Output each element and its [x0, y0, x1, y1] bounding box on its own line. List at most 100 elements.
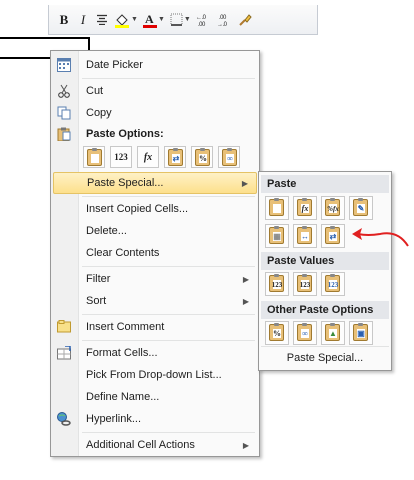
context-menu: Date Picker Cut Copy Paste Options: 123 … — [50, 50, 260, 457]
values-number-formatting-button[interactable]: 123 — [293, 272, 317, 296]
font-color-button[interactable]: A ▼ — [142, 10, 165, 30]
selected-cell-edge — [0, 37, 8, 59]
paste-option-paste[interactable] — [83, 146, 105, 168]
paste-option-link[interactable]: ∞ — [218, 146, 240, 168]
values-number-format-icon: 123 — [297, 274, 312, 292]
paste-icon — [269, 198, 284, 216]
fill-color-button[interactable]: ▼ — [114, 10, 138, 30]
paste-option-formatting[interactable]: % — [191, 146, 213, 168]
submenu-arrow-icon: ▶ — [242, 274, 249, 284]
formulas-number-format-icon: %fx — [325, 198, 340, 216]
menu-item-cut[interactable]: Cut — [53, 80, 257, 102]
submenu-arrow-icon: ▶ — [242, 440, 249, 450]
menu-item-label: Format Cells... — [86, 347, 158, 359]
submenu-header-other: Other Paste Options — [261, 301, 389, 319]
values-icon: 123 — [269, 274, 284, 292]
transpose-button[interactable]: ⇄ — [321, 224, 345, 248]
paste-link-button[interactable]: ∞ — [293, 321, 317, 345]
paste-linked-picture-button[interactable]: ▣ — [349, 321, 373, 345]
borders-button[interactable]: ▼ — [170, 10, 191, 30]
clipboard-icon — [56, 126, 72, 142]
menu-separator — [82, 340, 255, 341]
menu-item-label: Paste Special... — [87, 177, 164, 189]
menu-item-format-cells[interactable]: Format Cells... — [53, 342, 257, 364]
svg-text:.00: .00 — [198, 22, 206, 27]
values-source-formatting-button[interactable]: 123 — [321, 272, 345, 296]
paste-picture-button[interactable]: ▲ — [321, 321, 345, 345]
paste-option-values[interactable]: 123 — [110, 146, 132, 168]
paste-formulas-button[interactable]: fx — [293, 196, 317, 220]
svg-text:←.0: ←.0 — [196, 15, 207, 21]
keep-column-widths-button[interactable]: ↔ — [293, 224, 317, 248]
paste-formatting-button[interactable]: % — [265, 321, 289, 345]
annotation-arrow-icon — [352, 228, 409, 247]
format-painter-button[interactable] — [238, 10, 252, 30]
picture-icon: ▲ — [325, 323, 340, 341]
menu-item-label: Copy — [86, 107, 112, 119]
svg-text:A: A — [145, 12, 154, 26]
no-borders-icon: ▦ — [269, 226, 284, 244]
menu-separator — [82, 78, 255, 79]
menu-item-label: Date Picker — [86, 59, 143, 71]
menu-item-sort[interactable]: Sort ▶ — [53, 290, 257, 312]
menu-item-clear-contents[interactable]: Clear Contents — [53, 242, 257, 264]
chevron-down-icon[interactable]: ▼ — [131, 16, 138, 23]
menu-item-label: Sort — [86, 295, 107, 307]
paste-button[interactable] — [265, 196, 289, 220]
no-borders-button[interactable]: ▦ — [265, 224, 289, 248]
menu-item-label: Paste Options: — [86, 128, 164, 140]
menu-item-insert-comment[interactable]: Insert Comment — [53, 316, 257, 338]
submenu-header-paste-values: Paste Values — [261, 252, 389, 270]
italic-button[interactable]: I — [76, 10, 90, 30]
keep-source-formatting-button[interactable]: ✎ — [349, 196, 373, 220]
menu-separator — [82, 196, 255, 197]
menu-item-label: Insert Copied Cells... — [86, 203, 189, 215]
link-icon: ∞ — [297, 323, 312, 341]
comment-icon — [56, 319, 72, 335]
svg-text:.00: .00 — [219, 15, 227, 21]
paste-options-row: 123 fx ⇄ % ∞ — [83, 146, 240, 168]
menu-item-insert-copied-cells[interactable]: Insert Copied Cells... — [53, 198, 257, 220]
copy-icon — [56, 105, 72, 121]
paste-special-dialog-item[interactable]: Paste Special... — [261, 346, 389, 368]
menu-item-hyperlink[interactable]: Hyperlink... — [53, 408, 257, 430]
menu-item-paste-special[interactable]: Paste Special... ▶ — [53, 172, 257, 194]
chevron-down-icon[interactable]: ▼ — [184, 16, 191, 23]
values-icon: 123 — [114, 152, 128, 162]
center-align-button[interactable] — [95, 10, 109, 30]
paste-option-formulas[interactable]: fx — [137, 146, 159, 168]
transpose-icon: ⇄ — [168, 148, 183, 166]
bold-button[interactable]: B — [57, 10, 71, 30]
paste-option-transpose[interactable]: ⇄ — [164, 146, 186, 168]
menu-item-date-picker[interactable]: Date Picker — [53, 54, 257, 76]
menu-item-label: Cut — [86, 85, 104, 97]
menu-item-pick-from-list[interactable]: Pick From Drop-down List... — [53, 364, 257, 386]
menu-item-filter[interactable]: Filter ▶ — [53, 268, 257, 290]
menu-item-copy[interactable]: Copy — [53, 102, 257, 124]
fill-bucket-icon — [115, 13, 129, 28]
chevron-down-icon[interactable]: ▼ — [158, 16, 165, 23]
paste-formulas-number-formatting-button[interactable]: %fx — [321, 196, 345, 220]
borders-icon — [170, 13, 183, 26]
menu-header-paste-options: Paste Options: — [53, 123, 257, 145]
other-paste-row: % ∞ ▲ ▣ — [265, 321, 373, 345]
decrease-decimal-icon: .00→.0 — [217, 15, 228, 27]
submenu-header-paste: Paste — [261, 175, 389, 193]
formatting-icon: % — [269, 323, 284, 341]
paste-row-2: ▦ ↔ ⇄ — [265, 224, 345, 248]
menu-item-additional-cell-actions[interactable]: Additional Cell Actions ▶ — [53, 434, 257, 456]
increase-decimal-button[interactable]: ←.0.00 — [196, 10, 212, 30]
menu-item-label: Hyperlink... — [86, 413, 142, 425]
column-widths-icon: ↔ — [297, 226, 312, 244]
formatting-icon: % — [195, 148, 210, 166]
paste-values-button[interactable]: 123 — [265, 272, 289, 296]
menu-item-define-name[interactable]: Define Name... — [53, 386, 257, 408]
menu-separator — [82, 266, 255, 267]
paste-row-1: fx %fx ✎ — [265, 196, 373, 220]
decrease-decimal-button[interactable]: .00 →.0 — [217, 10, 233, 30]
increase-decimal-icon: ←.0.00 — [196, 15, 207, 27]
transpose-icon: ⇄ — [325, 226, 340, 244]
paste-values-row: 123 123 123 — [265, 272, 345, 296]
menu-item-label: Define Name... — [86, 391, 160, 403]
menu-item-delete[interactable]: Delete... — [53, 220, 257, 242]
